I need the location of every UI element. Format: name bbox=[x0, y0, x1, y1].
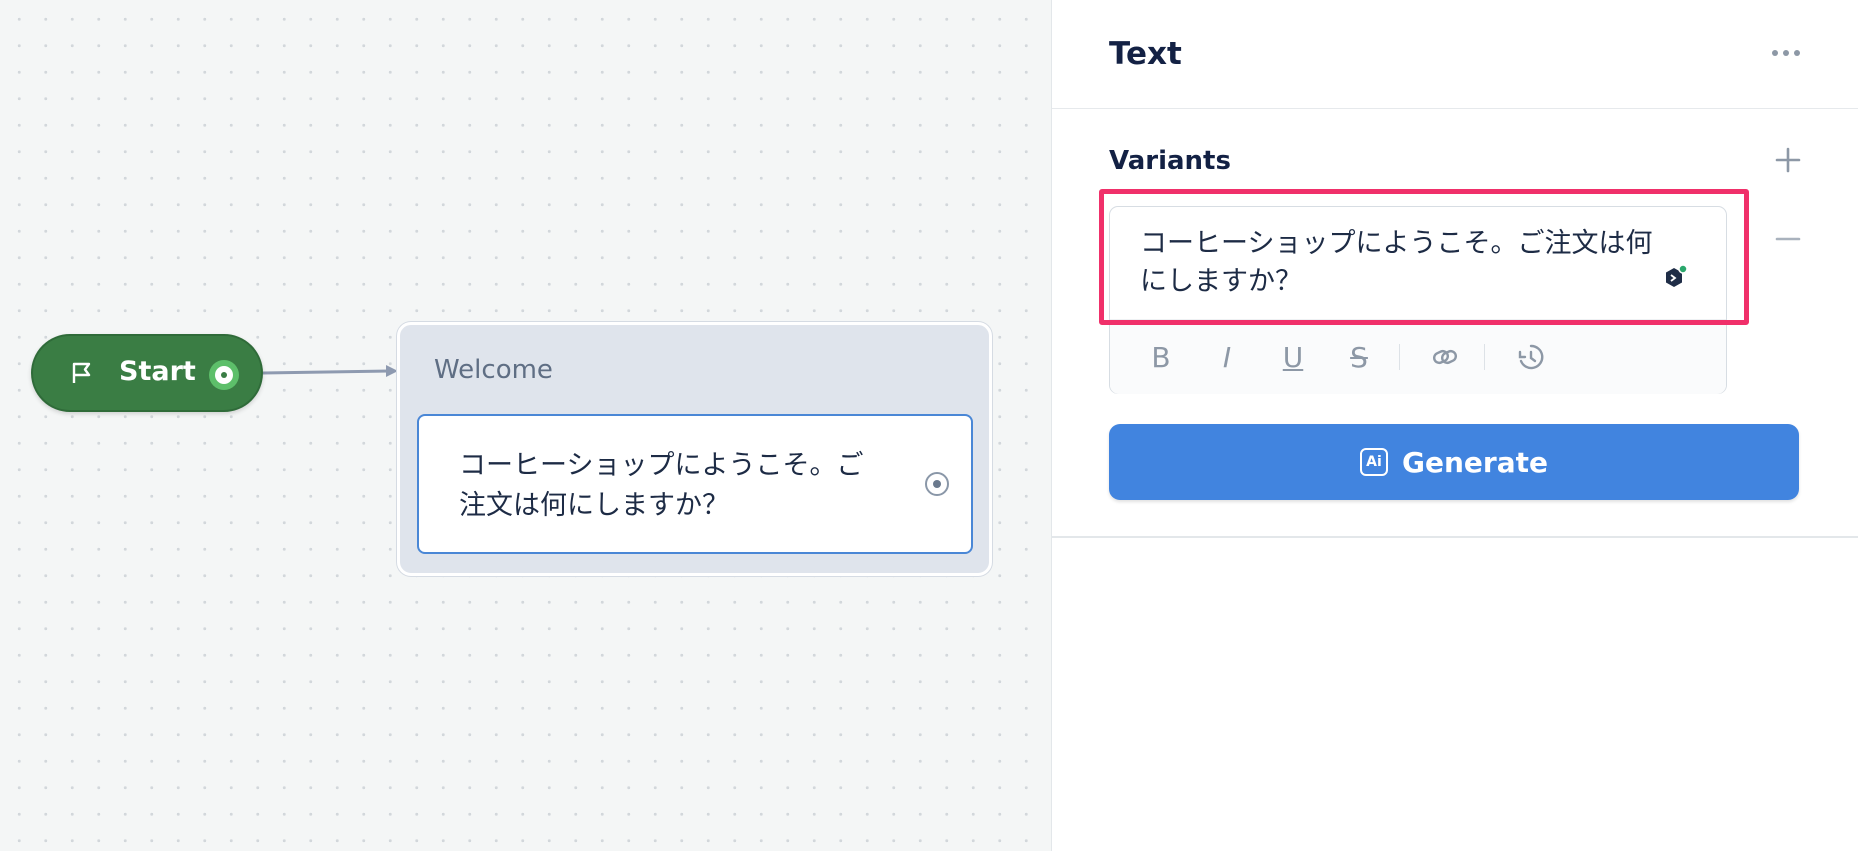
strikethrough-icon[interactable]: S bbox=[1344, 341, 1374, 374]
text-step-card[interactable]: コーヒーショップにようこそ。ご注文は何にしますか？ bbox=[417, 414, 973, 554]
panel-title: Text bbox=[1109, 36, 1182, 72]
toolbar-separator bbox=[1484, 344, 1485, 370]
underline-icon[interactable]: U bbox=[1278, 341, 1308, 374]
toolbar-separator bbox=[1399, 344, 1400, 370]
format-toolbar: B I U S bbox=[1110, 319, 1726, 394]
flag-icon bbox=[72, 362, 91, 383]
variable-clock-icon[interactable] bbox=[1516, 342, 1546, 372]
variant-text-editor[interactable]: コーヒーショップにようこそ。ご注文は何にしますか？ B I U S bbox=[1109, 206, 1727, 394]
ai-assistant-icon[interactable] bbox=[1660, 263, 1690, 293]
welcome-block[interactable]: Welcome コーヒーショップにようこそ。ご注文は何にしますか？ bbox=[397, 322, 992, 576]
ai-icon: Ai bbox=[1360, 448, 1388, 476]
bold-icon[interactable]: B bbox=[1146, 341, 1176, 374]
section-divider bbox=[1052, 536, 1858, 538]
generate-button[interactable]: Ai Generate bbox=[1109, 424, 1799, 500]
variant-text-input[interactable]: コーヒーショップにようこそ。ご注文は何にしますか？ bbox=[1140, 225, 1670, 301]
step-port[interactable] bbox=[925, 472, 949, 496]
variants-title: Variants bbox=[1109, 146, 1231, 176]
link-icon[interactable] bbox=[1430, 342, 1460, 372]
start-node[interactable]: Start bbox=[31, 334, 263, 412]
editor-panel: Text Variants コーヒーショップにようこそ。ご注文は何にしますか？ … bbox=[1052, 0, 1858, 851]
start-node-label: Start bbox=[119, 356, 196, 387]
plus-icon[interactable] bbox=[1773, 145, 1803, 175]
flow-canvas[interactable]: Start Welcome コーヒーショップにようこそ。ご注文は何にしますか？ bbox=[0, 0, 1052, 851]
panel-header: Text bbox=[1052, 0, 1858, 109]
text-step-content: コーヒーショップにようこそ。ご注文は何にしますか？ bbox=[459, 450, 864, 521]
generate-label: Generate bbox=[1402, 445, 1548, 479]
minus-icon[interactable] bbox=[1773, 224, 1803, 254]
block-title[interactable]: Welcome bbox=[434, 355, 553, 385]
start-node-port[interactable] bbox=[209, 360, 239, 390]
ellipsis-icon[interactable] bbox=[1772, 46, 1806, 60]
italic-icon[interactable]: I bbox=[1212, 341, 1242, 374]
